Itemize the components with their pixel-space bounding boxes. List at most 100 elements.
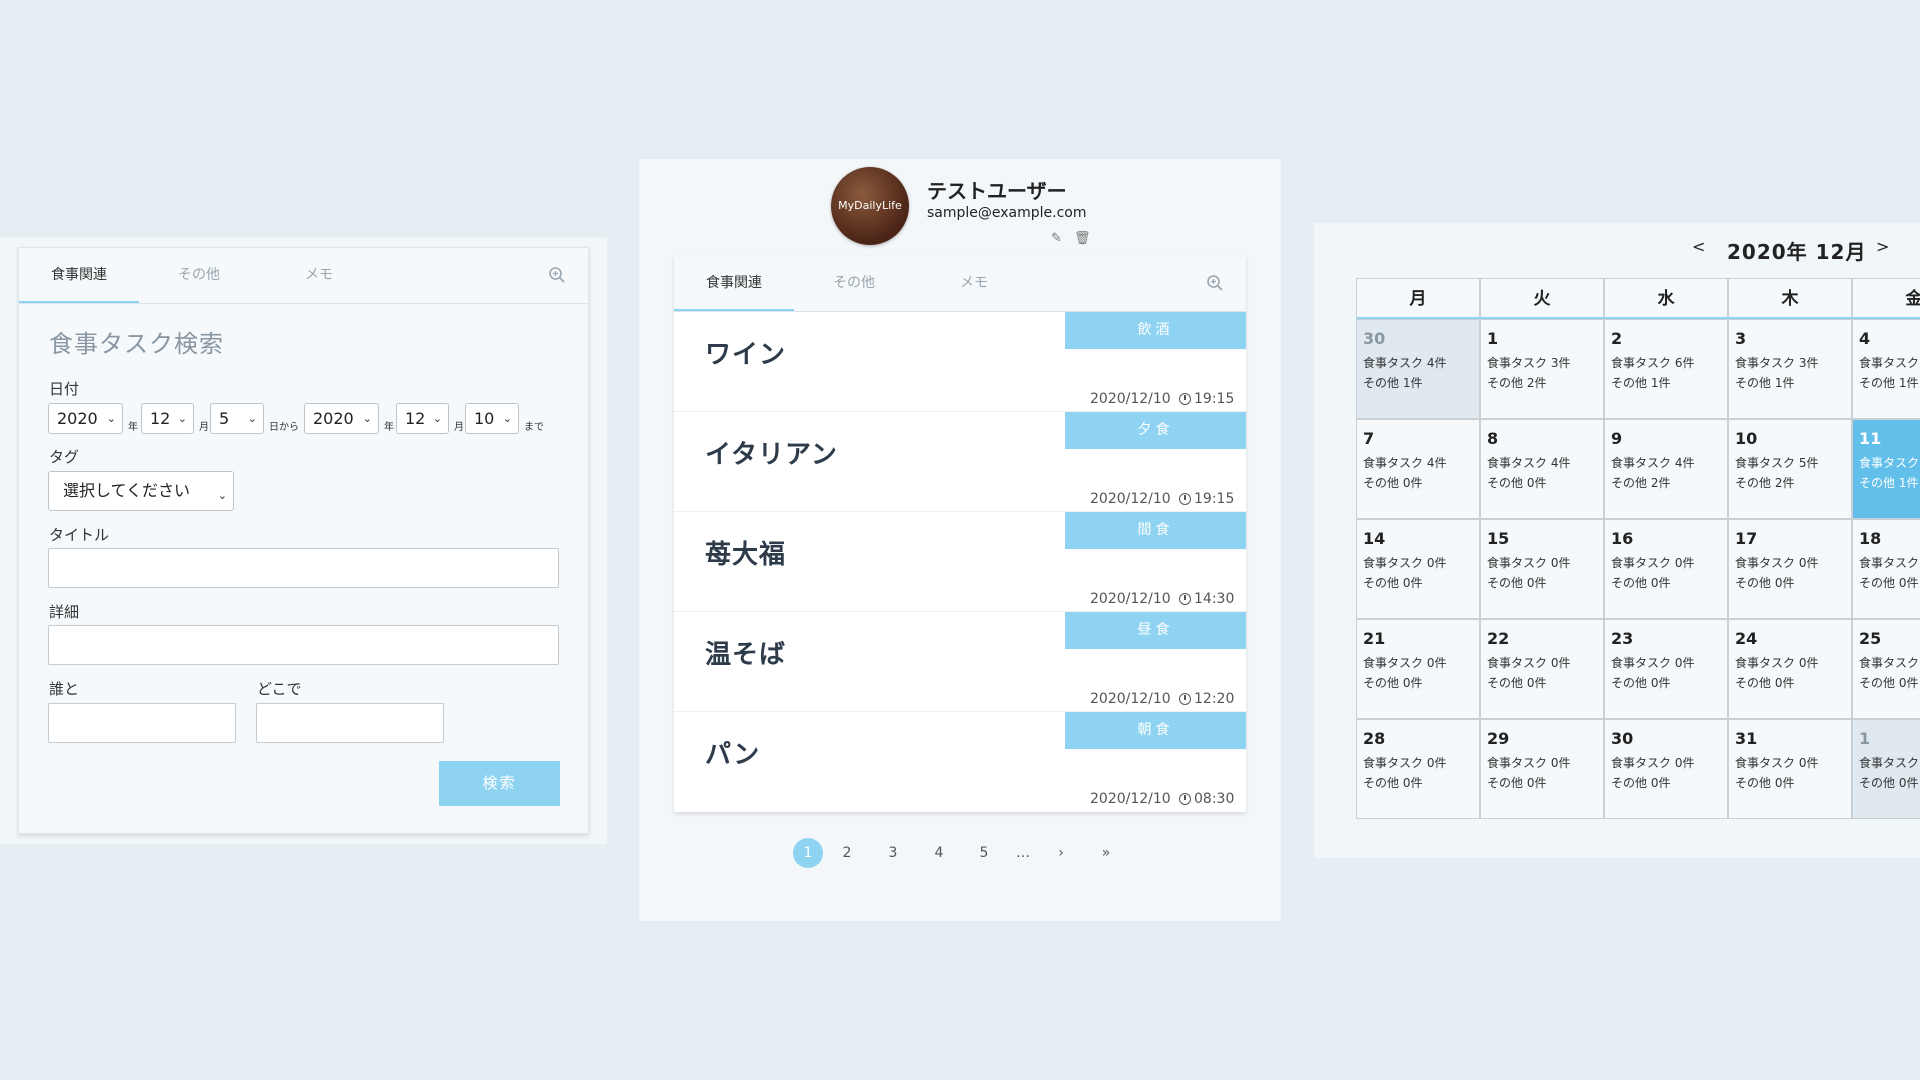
calendar-day-cell[interactable]: 29 食事タスク 0件 その他 0件 (1480, 719, 1604, 819)
entry-tag-badge: 飲酒 (1065, 312, 1246, 349)
tab-memo[interactable]: メモ (259, 248, 379, 303)
calendar-day-cell[interactable]: 9 食事タスク 4件 その他 2件 (1604, 419, 1728, 519)
chevron-down-icon: ⌄ (106, 412, 116, 425)
calendar-day-cell[interactable]: 18 食事タスク その他 0件 (1852, 519, 1920, 619)
from-year-select[interactable]: 2020 ⌄ (48, 403, 123, 434)
calendar-day-number: 23 (1611, 629, 1634, 648)
detail-label: 詳細 (49, 603, 80, 621)
weekday-header: 金 (1852, 278, 1920, 319)
trash-icon[interactable]: 🗑 (1074, 231, 1091, 246)
calendar-day-cell[interactable]: 24 食事タスク 0件 その他 0件 (1728, 619, 1852, 719)
calendar-day-number: 15 (1487, 529, 1510, 548)
search-tabs: 食事関連 その他 メモ (19, 248, 588, 304)
calendar-day-cell[interactable]: 14 食事タスク 0件 その他 0件 (1356, 519, 1480, 619)
calendar-day-cell[interactable]: 10 食事タスク 5件 その他 2件 (1728, 419, 1852, 519)
page-4[interactable]: 4 (924, 838, 954, 868)
tag-label: タグ (49, 448, 80, 466)
zoom-search-icon[interactable] (1206, 274, 1224, 292)
unit-month: 月 (199, 422, 209, 433)
where-input[interactable] (256, 703, 444, 743)
entry-tag-badge: 昼食 (1065, 612, 1246, 649)
list-item[interactable]: 温そば 昼食 2020/12/10 12:20 (674, 612, 1246, 712)
calendar-day-cell[interactable]: 1 食事タスク その他 0件 (1852, 719, 1920, 819)
page-2[interactable]: 2 (832, 838, 862, 868)
calendar-day-cell[interactable]: 21 食事タスク 0件 その他 0件 (1356, 619, 1480, 719)
page-3[interactable]: 3 (878, 838, 908, 868)
weekday-header: 火 (1480, 278, 1604, 319)
calendar-task-count: 食事タスク 3件 (1487, 356, 1571, 370)
list-item[interactable]: イタリアン 夕食 2020/12/10 19:15 (674, 412, 1246, 512)
calendar-day-number: 2 (1611, 329, 1623, 348)
calendar-day-cell[interactable]: 7 食事タスク 4件 その他 0件 (1356, 419, 1480, 519)
calendar-title: 2020年 12月 (1727, 240, 1867, 264)
tab-other[interactable]: その他 (794, 256, 914, 311)
next-month-button[interactable]: > (1876, 237, 1889, 256)
tab-other[interactable]: その他 (139, 248, 259, 303)
calendar-day-cell[interactable]: 17 食事タスク 0件 その他 0件 (1728, 519, 1852, 619)
calendar-day-number: 30 (1611, 729, 1634, 748)
calendar-other-count: その他 0件 (1363, 676, 1423, 690)
calendar-day-cell[interactable]: 16 食事タスク 0件 その他 0件 (1604, 519, 1728, 619)
calendar-day-cell[interactable]: 1 食事タスク 3件 その他 2件 (1480, 319, 1604, 419)
calendar-task-count: 食事タスク 0件 (1735, 756, 1819, 770)
page-5[interactable]: 5 (969, 838, 999, 868)
with-input[interactable] (48, 703, 236, 743)
zoom-search-icon[interactable] (548, 266, 566, 284)
calendar-day-cell[interactable]: 23 食事タスク 0件 その他 0件 (1604, 619, 1728, 719)
to-month-select[interactable]: 12 ⌄ (396, 403, 449, 434)
to-day-select[interactable]: 10 ⌄ (465, 403, 519, 434)
clock-icon (1179, 693, 1191, 705)
chevron-down-icon: ⌄ (217, 489, 227, 502)
calendar-task-count: 食事タスク (1859, 356, 1920, 370)
avatar[interactable]: MyDailyLife (831, 167, 909, 245)
clock-icon (1179, 493, 1191, 505)
calendar-other-count: その他 2件 (1611, 476, 1671, 490)
list-item[interactable]: 苺大福 間食 2020/12/10 14:30 (674, 512, 1246, 612)
title-input[interactable] (48, 548, 559, 588)
calendar-day-cell[interactable]: 31 食事タスク 0件 その他 0件 (1728, 719, 1852, 819)
last-page-icon[interactable]: » (1091, 838, 1121, 868)
calendar-other-count: その他 0件 (1611, 576, 1671, 590)
detail-input[interactable] (48, 625, 559, 665)
calendar-day-number: 10 (1735, 429, 1758, 448)
calendar-day-cell[interactable]: 30 食事タスク 0件 その他 0件 (1604, 719, 1728, 819)
page-1[interactable]: 1 (793, 838, 823, 868)
calendar-task-count: 食事タスク 0件 (1487, 656, 1571, 670)
entry-time: 19:15 (1194, 391, 1235, 407)
list-item[interactable]: ワイン 飲酒 2020/12/10 19:15 (674, 312, 1246, 412)
pencil-icon[interactable]: ✎ (1051, 231, 1062, 246)
calendar-day-cell[interactable]: 11 食事タスク その他 1件 (1852, 419, 1920, 519)
from-month-select[interactable]: 12 ⌄ (141, 403, 194, 434)
entry-time: 08:30 (1194, 791, 1235, 807)
search-button[interactable]: 検索 (439, 761, 560, 806)
calendar-day-number: 16 (1611, 529, 1634, 548)
calendar-day-cell[interactable]: 28 食事タスク 0件 その他 0件 (1356, 719, 1480, 819)
calendar-task-count: 食事タスク 0件 (1487, 556, 1571, 570)
unit-year: 年 (128, 422, 138, 433)
to-year-select[interactable]: 2020 ⌄ (304, 403, 379, 434)
calendar-other-count: その他 0件 (1859, 576, 1919, 590)
calendar-day-cell[interactable]: 22 食事タスク 0件 その他 0件 (1480, 619, 1604, 719)
tag-select[interactable]: 選択してください ⌄ (48, 471, 234, 511)
calendar-day-cell[interactable]: 25 食事タスク その他 0件 (1852, 619, 1920, 719)
calendar-day-number: 25 (1859, 629, 1882, 648)
calendar-day-cell[interactable]: 3 食事タスク 3件 その他 1件 (1728, 319, 1852, 419)
entry-time: 19:15 (1194, 491, 1235, 507)
calendar-day-cell[interactable]: 15 食事タスク 0件 その他 0件 (1480, 519, 1604, 619)
calendar-day-cell[interactable]: 30 食事タスク 4件 その他 1件 (1356, 319, 1480, 419)
calendar-day-cell[interactable]: 4 食事タスク その他 1件 (1852, 319, 1920, 419)
calendar-day-cell[interactable]: 2 食事タスク 6件 その他 1件 (1604, 319, 1728, 419)
entry-date: 2020/12/10 (1090, 491, 1171, 507)
from-day-select[interactable]: 5 ⌄ (210, 403, 264, 434)
next-page-icon[interactable]: › (1046, 838, 1076, 868)
calendar-day-cell[interactable]: 8 食事タスク 4件 その他 0件 (1480, 419, 1604, 519)
list-item[interactable]: パン 朝食 2020/12/10 08:30 (674, 712, 1246, 812)
avatar-logo-text: MyDailyLife (838, 199, 902, 212)
prev-month-button[interactable]: < (1692, 237, 1705, 256)
tab-meal[interactable]: 食事関連 (674, 256, 794, 311)
calendar-task-count: 食事タスク 3件 (1735, 356, 1819, 370)
tab-meal[interactable]: 食事関連 (19, 248, 139, 303)
calendar-other-count: その他 1件 (1859, 476, 1919, 490)
title-label: タイトル (49, 526, 110, 544)
tab-memo[interactable]: メモ (914, 256, 1034, 311)
